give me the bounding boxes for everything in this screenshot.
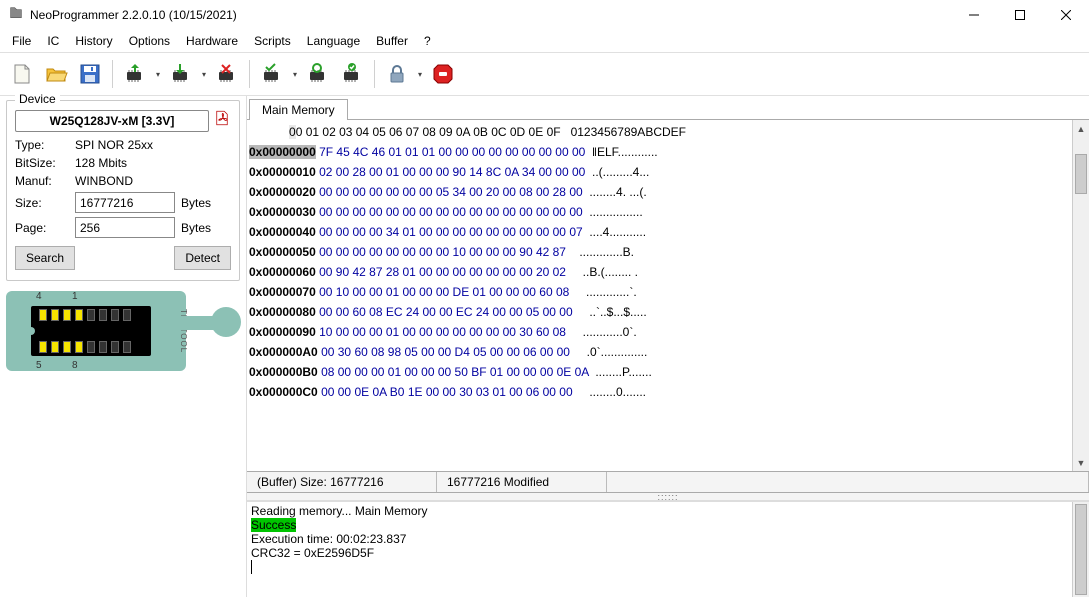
read-ic-button[interactable] — [119, 58, 151, 90]
menu-scripts[interactable]: Scripts — [246, 32, 299, 50]
horizontal-splitter[interactable]: :::::: — [247, 493, 1089, 501]
menu-ic[interactable]: IC — [39, 32, 67, 50]
app-icon — [8, 5, 30, 26]
toolbar-separator-2 — [249, 60, 250, 88]
tab-bar: Main Memory — [247, 96, 1089, 120]
hex-viewer[interactable]: 00 01 02 03 04 05 06 07 08 09 0A 0B 0C 0… — [247, 120, 1089, 471]
menu-buffer[interactable]: Buffer — [368, 32, 416, 50]
log-line-exec-time: Execution time: 00:02:23.837 — [251, 532, 1085, 546]
log-line-crc: CRC32 = 0xE2596D5F — [251, 546, 1085, 560]
device-name-field[interactable]: W25Q128JV-xM [3.3V] — [15, 110, 209, 132]
chip-lever-knob-icon — [211, 307, 241, 337]
log-cursor — [251, 560, 252, 574]
hex-scrollbar[interactable]: ▲ ▼ — [1072, 120, 1089, 471]
pdf-icon[interactable] — [213, 109, 231, 132]
minimize-button[interactable] — [951, 0, 997, 30]
menu-bar: File IC History Options Hardware Scripts… — [0, 30, 1089, 52]
erase-ic-button[interactable] — [211, 58, 243, 90]
status-bar: (Buffer) Size: 16777216 16777216 Modifie… — [247, 471, 1089, 493]
log-line-success: Success — [251, 518, 296, 532]
device-panel: Device W25Q128JV-xM [3.3V] Type:SPI NOR … — [0, 96, 246, 597]
size-unit: Bytes — [181, 196, 211, 210]
detect-button[interactable]: Detect — [174, 246, 231, 270]
page-input[interactable] — [75, 217, 175, 238]
toolbar-separator — [112, 60, 113, 88]
log-line-reading: Reading memory... Main Memory — [251, 504, 1085, 518]
auto-button[interactable] — [336, 58, 368, 90]
type-value: SPI NOR 25xx — [75, 138, 231, 152]
size-input[interactable] — [75, 192, 175, 213]
menu-history[interactable]: History — [67, 32, 120, 50]
search-button[interactable]: Search — [15, 246, 75, 270]
verify-ic-dropdown[interactable]: ▾ — [290, 58, 300, 90]
write-ic-dropdown[interactable]: ▾ — [199, 58, 209, 90]
page-unit: Bytes — [181, 221, 211, 235]
menu-language[interactable]: Language — [299, 32, 368, 50]
close-button[interactable] — [1043, 0, 1089, 30]
protect-dropdown[interactable]: ▾ — [415, 58, 425, 90]
menu-file[interactable]: File — [4, 32, 39, 50]
status-empty-cell — [607, 472, 1089, 492]
verify-ic-button[interactable] — [256, 58, 288, 90]
tab-main-memory[interactable]: Main Memory — [249, 99, 348, 120]
read-ic-dropdown[interactable]: ▾ — [153, 58, 163, 90]
write-ic-button[interactable] — [165, 58, 197, 90]
toolbar-separator-3 — [374, 60, 375, 88]
manuf-label: Manuf: — [15, 174, 75, 188]
type-label: Type: — [15, 138, 75, 152]
title-bar: NeoProgrammer 2.2.0.10 (10/15/2021) — [0, 0, 1089, 30]
menu-hardware[interactable]: Hardware — [178, 32, 246, 50]
window-title: NeoProgrammer 2.2.0.10 (10/15/2021) — [30, 8, 951, 22]
blank-check-button[interactable] — [302, 58, 334, 90]
device-group-title: Device — [15, 92, 60, 106]
menu-help[interactable]: ? — [416, 32, 439, 50]
chip-diagram: 4 1 5 8 TEXTOOL — [6, 291, 186, 371]
bitsize-value: 128 Mbits — [75, 156, 231, 170]
log-scrollbar[interactable] — [1072, 502, 1089, 597]
bitsize-label: BitSize: — [15, 156, 75, 170]
page-label: Page: — [15, 221, 75, 235]
open-file-button[interactable] — [40, 58, 72, 90]
buffer-size-cell: (Buffer) Size: 16777216 — [247, 472, 437, 492]
log-output[interactable]: Reading memory... Main Memory Success Ex… — [247, 501, 1089, 597]
maximize-button[interactable] — [997, 0, 1043, 30]
menu-options[interactable]: Options — [121, 32, 178, 50]
new-file-button[interactable] — [6, 58, 38, 90]
toolbar: ▾ ▾ ▾ ▾ — [0, 52, 1089, 96]
stop-button[interactable] — [427, 58, 459, 90]
manuf-value: WINBOND — [75, 174, 231, 188]
save-file-button[interactable] — [74, 58, 106, 90]
protect-button[interactable] — [381, 58, 413, 90]
modified-cell: 16777216 Modified — [437, 472, 607, 492]
size-label: Size: — [15, 196, 75, 210]
